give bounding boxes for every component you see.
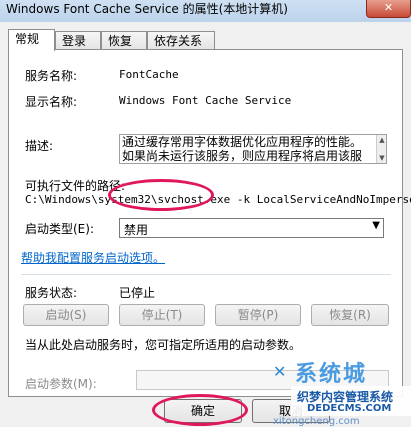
tab-dependencies[interactable]: 依存关系 [147, 31, 215, 50]
chevron-down-icon: ▼ [372, 220, 380, 231]
startup-type-value: 禁用 [124, 223, 149, 237]
description-line-1: 通过缓存常用字体数据优化应用程序的性能。 [122, 135, 363, 149]
service-name-label: 服务名称: [25, 69, 78, 83]
description-label: 描述: [25, 139, 54, 153]
close-button[interactable]: ✕ [366, 0, 411, 18]
watermark-big-text: 系统城 [295, 362, 368, 387]
watermark-small-text: xitongcheng.com [273, 416, 360, 427]
description-line-2: 如果尚未运行该服务，则应用程序将启用该服 [122, 149, 363, 163]
start-params-hint: 当从此处启动服务时，您可指定所适用的启动参数。 [25, 338, 302, 352]
service-status-label: 服务状态: [25, 286, 78, 300]
display-name-value: Windows Font Cache Service [119, 94, 292, 107]
startup-type-label: 启动类型(E): [25, 222, 94, 236]
tab-logon[interactable]: 登录 [55, 31, 101, 50]
executable-path-label: 可执行文件的路径: [25, 179, 126, 193]
start-params-label: 启动参数(M): [25, 377, 97, 391]
start-button[interactable]: 启动(S) [23, 304, 109, 326]
divider [21, 274, 391, 275]
watermark-en-text: DEDECMS.COM [307, 403, 392, 414]
watermark-logo-icon: ✕ [273, 362, 287, 381]
tab-general[interactable]: 常规 [8, 29, 55, 51]
display-name-label: 显示名称: [25, 95, 78, 109]
title-bar: Windows Font Cache Service 的属性(本地计算机) ✕ [0, 0, 411, 22]
scroll-up-icon[interactable]: ▲ [378, 136, 386, 144]
close-icon: ✕ [383, 1, 394, 14]
startup-type-select[interactable]: 禁用 ▼ [119, 218, 384, 238]
description-scrollbar[interactable]: ▲ ▼ [376, 135, 386, 163]
help-configure-link[interactable]: 帮助我配置服务启动选项。 [21, 249, 165, 266]
tab-recovery[interactable]: 恢复 [101, 31, 147, 50]
watermark: ✕ 系统城 织梦内容管理系统 DEDECMS.COM xitongcheng.c… [273, 352, 411, 427]
resume-button[interactable]: 恢复(R) [311, 304, 389, 326]
ok-button[interactable]: 确定 [164, 399, 242, 423]
general-panel: 服务名称: FontCache 显示名称: Windows Font Cache… [8, 49, 411, 397]
service-name-value: FontCache [119, 68, 179, 81]
window-title: Windows Font Cache Service 的属性(本地计算机) [6, 2, 288, 16]
description-box[interactable]: 通过缓存常用字体数据优化应用程序的性能。 如果尚未运行该服务，则应用程序将启用该… [119, 134, 387, 164]
pause-button[interactable]: 暂停(P) [215, 304, 301, 326]
service-status-value: 已停止 [119, 286, 156, 300]
scroll-down-icon[interactable]: ▼ [378, 154, 386, 162]
stop-button[interactable]: 停止(T) [119, 304, 205, 326]
executable-path-value: C:\Windows\system32\svchost.exe -k Local… [25, 193, 411, 206]
